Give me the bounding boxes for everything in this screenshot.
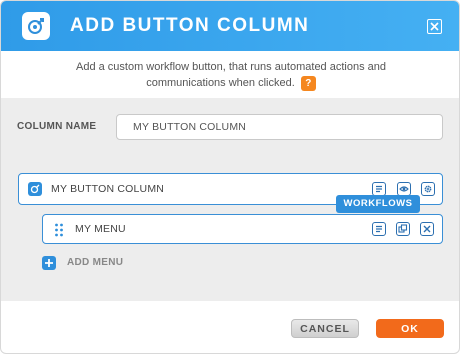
column-name-label: COLUMN NAME	[17, 121, 97, 132]
dialog-title: ADD BUTTON COLUMN	[70, 15, 310, 36]
menu-row[interactable]: MY MENU	[42, 214, 443, 244]
help-icon[interactable]: ?	[300, 75, 316, 91]
add-menu-label: ADD MENU	[67, 257, 124, 268]
duplicate-icon[interactable]	[396, 222, 410, 236]
column-name-input[interactable]	[116, 114, 443, 140]
workflow-icon	[28, 182, 42, 196]
cancel-button[interactable]: CANCEL	[291, 319, 359, 338]
gear-icon[interactable]	[421, 182, 435, 196]
content-panel: COLUMN NAME MY BUTTON COLUMN MY BUTTON C…	[1, 98, 459, 301]
workflow-list-icon[interactable]	[372, 182, 386, 196]
workflow-list-icon[interactable]	[372, 222, 386, 236]
add-button-column-dialog: ADD BUTTON COLUMN Add a custom workflow …	[0, 0, 460, 354]
workflow-logo-icon	[22, 12, 50, 40]
drag-handle-icon[interactable]	[54, 223, 64, 237]
ok-button[interactable]: OK	[376, 319, 444, 338]
eye-icon[interactable]	[397, 182, 411, 196]
description-text: Add a custom workflow button, that runs …	[75, 61, 386, 89]
button-column-label: MY BUTTON COLUMN	[51, 183, 165, 195]
dialog-description: Add a custom workflow button, that runs …	[41, 59, 421, 91]
close-icon[interactable]	[427, 19, 442, 34]
remove-icon[interactable]	[420, 222, 434, 236]
menu-label: MY MENU	[75, 223, 126, 235]
dialog-header: ADD BUTTON COLUMN	[1, 1, 459, 51]
workflows-tooltip: WORKFLOWS	[336, 195, 420, 213]
plus-icon	[42, 256, 56, 270]
